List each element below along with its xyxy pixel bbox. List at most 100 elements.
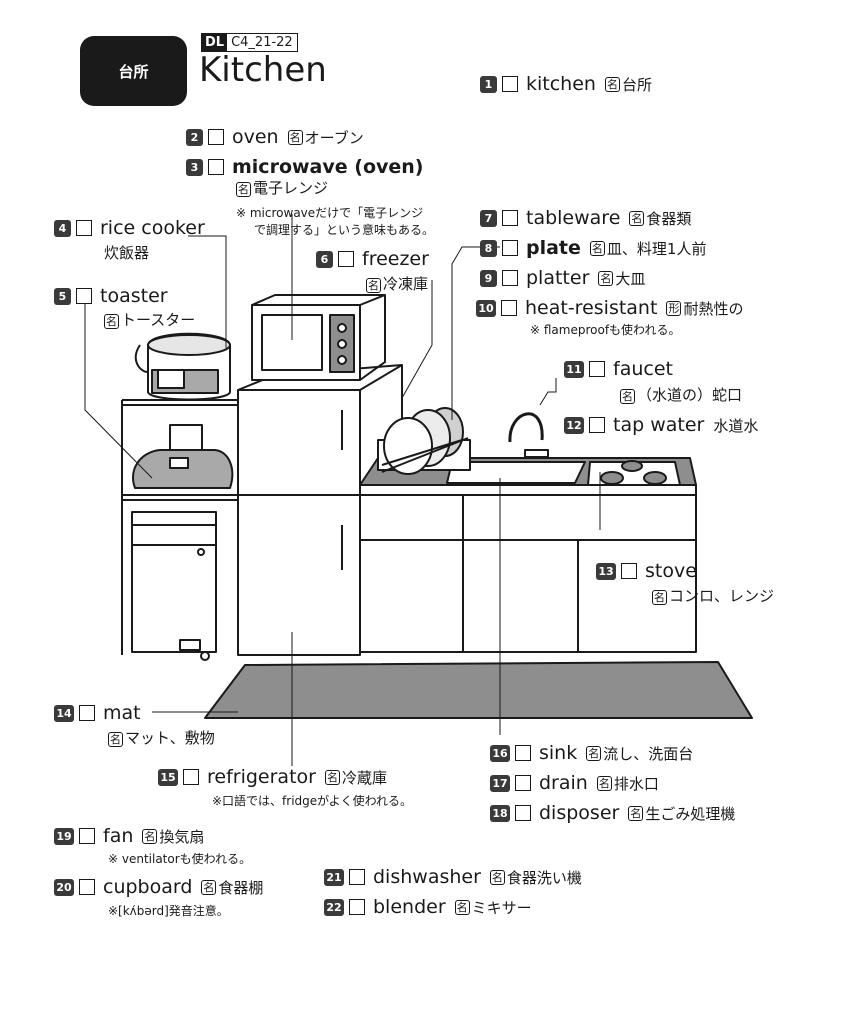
entry-number: 3 bbox=[186, 158, 203, 176]
pos-badge: 名 bbox=[652, 590, 667, 605]
vocab-entry-2: 2 oven 名 オーブン bbox=[186, 126, 364, 148]
entry-word: rice cooker bbox=[100, 217, 205, 239]
entry-20-note: ※[kʌ́bərd]発音注意。 bbox=[108, 904, 229, 918]
check-box[interactable] bbox=[621, 563, 637, 579]
entry-word: freezer bbox=[362, 248, 429, 270]
check-box[interactable] bbox=[338, 251, 354, 267]
entry-number: 6 bbox=[316, 250, 333, 268]
check-box[interactable] bbox=[502, 76, 518, 92]
vocab-entry-3: 3 microwave (oven) bbox=[186, 156, 432, 178]
entry-11-meaning-line: 名（水道の）蛇口 bbox=[620, 384, 742, 405]
entry-6-meaning-line: 名冷凍庫 bbox=[366, 273, 428, 294]
pos-badge: 名 bbox=[287, 129, 303, 145]
check-box[interactable] bbox=[183, 769, 199, 785]
entry-word: tableware bbox=[526, 207, 621, 229]
entry-word: platter bbox=[526, 267, 590, 289]
vocab-entry-22: 22 blender 名 ミキサー bbox=[324, 896, 532, 918]
entry-3-note-line2: で調理する」という意味もある。 bbox=[254, 223, 435, 237]
check-box[interactable] bbox=[349, 899, 365, 915]
vocab-entry-17: 17 drain 名 排水口 bbox=[490, 772, 659, 794]
vocab-entry-20: 20 cupboard 名 食器棚 bbox=[54, 876, 263, 898]
vocab-entry-8: 8 plate 名 皿、料理1人前 bbox=[480, 237, 706, 259]
vocab-entry-19: 19 fan 名 換気扇 bbox=[54, 825, 204, 847]
entry-word: mat bbox=[103, 702, 141, 724]
pos-badge: 名 bbox=[596, 775, 612, 791]
entry-4-meaning: 炊飯器 bbox=[104, 244, 150, 262]
entry-meaning: 生ごみ処理機 bbox=[645, 804, 736, 823]
entry-meaning: トースター bbox=[121, 311, 196, 329]
check-box[interactable] bbox=[515, 805, 531, 821]
entry-meaning: （水道の）蛇口 bbox=[637, 386, 743, 404]
vocab-entry-5: 5 toaster bbox=[54, 285, 177, 307]
vocab-entry-11: 11 faucet bbox=[564, 358, 682, 380]
check-box[interactable] bbox=[589, 361, 605, 377]
entry-number: 13 bbox=[596, 562, 616, 580]
entry-number: 2 bbox=[186, 128, 203, 146]
entry-number: 5 bbox=[54, 287, 71, 305]
entry-10-note: ※ flameproofも使われる。 bbox=[530, 323, 681, 337]
entry-word: cupboard bbox=[103, 876, 193, 898]
entry-word: faucet bbox=[613, 358, 673, 380]
vocab-entry-10: 10 heat-resistant 形 耐熱性の bbox=[476, 297, 743, 319]
entry-number: 15 bbox=[158, 768, 178, 786]
entry-meaning: 皿、料理1人前 bbox=[606, 239, 707, 258]
entry-word: drain bbox=[539, 772, 588, 794]
pos-badge: 名 bbox=[236, 182, 251, 197]
check-box[interactable] bbox=[79, 705, 95, 721]
check-box[interactable] bbox=[76, 220, 92, 236]
entry-word: plate bbox=[526, 237, 581, 259]
entry-number: 11 bbox=[564, 360, 584, 378]
check-box[interactable] bbox=[208, 129, 224, 145]
entry-5-meaning-line: 名トースター bbox=[104, 309, 195, 330]
check-box[interactable] bbox=[79, 879, 95, 895]
check-box[interactable] bbox=[502, 270, 518, 286]
entry-number: 4 bbox=[54, 219, 71, 237]
entry-19-note: ※ ventilatorも使われる。 bbox=[108, 852, 252, 866]
entry-meaning: ミキサー bbox=[471, 898, 532, 917]
vocab-entry-4: 4 rice cooker bbox=[54, 217, 214, 239]
entry-word: stove bbox=[645, 560, 697, 582]
check-box[interactable] bbox=[515, 745, 531, 761]
entry-meaning: 冷凍庫 bbox=[383, 275, 429, 293]
vocab-entry-9: 9 platter 名 大皿 bbox=[480, 267, 645, 289]
entry-word: refrigerator bbox=[207, 766, 316, 788]
entry-word: sink bbox=[539, 742, 578, 764]
entry-14-meaning-line: 名マット、敷物 bbox=[108, 727, 215, 748]
check-box[interactable] bbox=[502, 210, 518, 226]
pos-badge: 名 bbox=[142, 828, 158, 844]
check-box[interactable] bbox=[208, 159, 224, 175]
entry-word: disposer bbox=[539, 802, 620, 824]
check-box[interactable] bbox=[502, 240, 518, 256]
vocab-entry-13: 13 stove bbox=[596, 560, 706, 582]
pos-badge: 名 bbox=[201, 879, 217, 895]
pos-badge: 名 bbox=[586, 745, 602, 761]
check-box[interactable] bbox=[589, 417, 605, 433]
vocab-entry-21: 21 dishwasher 名 食器洗い機 bbox=[324, 866, 582, 888]
entry-meaning: 排水口 bbox=[613, 774, 659, 793]
check-box[interactable] bbox=[515, 775, 531, 791]
vocab-entry-16: 16 sink 名 流し、洗面台 bbox=[490, 742, 693, 764]
entry-meaning: コンロ、レンジ bbox=[669, 587, 775, 605]
entry-meaning: 食器類 bbox=[646, 209, 692, 228]
check-box[interactable] bbox=[76, 288, 92, 304]
pos-badge: 名 bbox=[598, 270, 614, 286]
mat-shape bbox=[204, 661, 753, 719]
vocab-entry-14: 14 mat bbox=[54, 702, 150, 724]
entry-number: 21 bbox=[324, 868, 344, 886]
pos-badge: 名 bbox=[620, 389, 635, 404]
entry-meaning: 冷蔵庫 bbox=[341, 768, 387, 787]
check-box[interactable] bbox=[349, 869, 365, 885]
vocab-entry-7: 7 tableware 名 食器類 bbox=[480, 207, 691, 229]
entry-number: 1 bbox=[480, 75, 497, 93]
check-box[interactable] bbox=[501, 300, 517, 316]
entry-word: heat-resistant bbox=[525, 297, 658, 319]
entry-number: 10 bbox=[476, 299, 496, 317]
entry-meaning: 台所 bbox=[621, 75, 652, 94]
vocab-entry-1: 1 kitchen 名 台所 bbox=[480, 73, 652, 95]
entry-number: 22 bbox=[324, 898, 344, 916]
pos-badge: 名 bbox=[454, 899, 470, 915]
check-box[interactable] bbox=[79, 828, 95, 844]
entry-number: 14 bbox=[54, 704, 74, 722]
vocab-entry-18: 18 disposer 名 生ごみ処理機 bbox=[490, 802, 735, 824]
entry-3-note-line1: ※ microwaveだけで「電子レンジ bbox=[236, 206, 424, 220]
